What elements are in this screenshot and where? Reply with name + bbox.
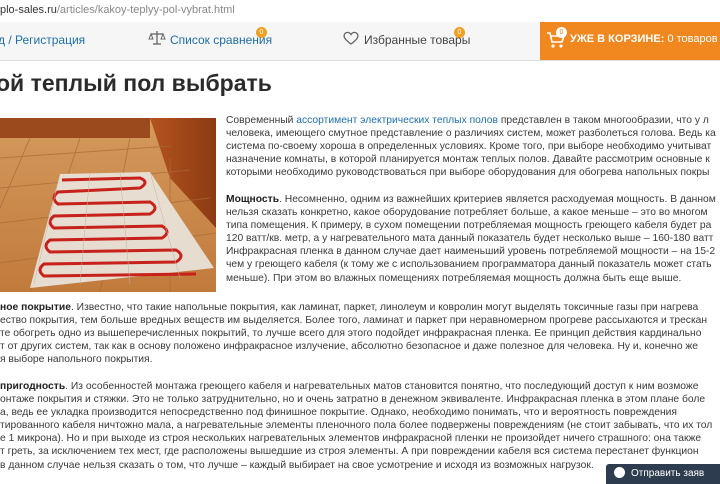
repair-line: а, ведь ее укладка производится непосред… (0, 407, 677, 419)
repair-line: т греть, за исключением тех мест, где ра… (0, 446, 699, 458)
cart-value: 0 товаров на (667, 33, 720, 45)
repair-paragraph: пригодность. Из особенностей монтажа гре… (0, 380, 720, 472)
cover-line: те обогреть одно из вышеперечисленных по… (0, 328, 702, 340)
cover-text: . Известно, что такие напольные покрытия… (70, 302, 699, 313)
intro-line: назначение комнаты, в которой планируетс… (226, 154, 710, 166)
power-heading: Мощность (226, 194, 280, 205)
chat-icon (614, 467, 625, 478)
url-host: plo-sales.ru (0, 4, 57, 16)
favorites-link[interactable]: Избранные товары (364, 33, 470, 47)
intro-text: Современный (226, 115, 297, 126)
intro-paragraph: Современный ассортимент электрических те… (226, 114, 720, 179)
article-image (0, 118, 217, 293)
cart-label: УЖЕ В КОРЗИНЕ: (570, 33, 665, 45)
power-paragraph: Мощность. Несомненно, одним из важнейших… (226, 193, 720, 285)
repair-line: онтаже покрытия и стяжки. Это не только … (0, 394, 706, 406)
repair-line: е 1 микрона). Но и при выходе из строя н… (0, 433, 702, 445)
intro-line: человека, имеющего смутное представление… (226, 128, 716, 140)
power-line: нельзя сказать конкретно, какое оборудов… (226, 207, 708, 219)
compare-list-link[interactable]: Список сравнения (170, 33, 272, 47)
cover-heading: ное покрытие (0, 302, 71, 313)
address-bar[interactable]: plo-sales.ru/articles/kakoy-teplyy-pol-v… (0, 0, 720, 23)
power-line: чем у греющего кабеля (к тому же с испол… (226, 259, 712, 271)
send-request-button[interactable]: Отправить заяв (606, 464, 720, 484)
catalog-link[interactable]: ассортимент электрических теплых полов (296, 115, 498, 126)
power-line: Инфракрасная пленка в данном случае дает… (226, 246, 716, 258)
repair-text: . Из особенностей монтажа греющего кабел… (65, 381, 699, 392)
intro-line: которыми необходимо руководствоваться пр… (226, 167, 710, 179)
scales-icon[interactable] (148, 29, 166, 52)
login-register-link[interactable]: д / Регистрация (0, 33, 85, 47)
power-text: . Несомненно, одним из важнейших критери… (279, 194, 716, 205)
cart-summary: УЖЕ В КОРЗИНЕ: 0 товаров на (570, 33, 720, 45)
page-title: ой теплый пол выбрать (0, 70, 272, 96)
power-line: 120 ватт/кв. метр, а у нагревательного м… (226, 233, 714, 245)
repair-heading: пригодность (0, 381, 66, 392)
power-line: меньше). При этом во влажных помещениях … (226, 272, 682, 284)
cover-paragraph: ное покрытие. Известно, что такие наполь… (0, 301, 720, 366)
send-request-label: Отправить заяв (631, 468, 705, 479)
repair-line: тированного кабеля ничтожно мала, а нагр… (0, 420, 713, 432)
intro-line: система по-своему хороша в определенных … (226, 141, 712, 153)
intro-text: представлен в таком многообразии, что у … (498, 115, 709, 126)
cover-line: ество покрытия, тем больше вредных вещес… (0, 315, 708, 327)
cart-count-badge: 0 (556, 27, 567, 38)
cover-line: т от других систем, так как в основу пол… (0, 341, 699, 353)
cover-line: я выборе напольного покрытия. (0, 354, 153, 366)
cart-button[interactable]: 0 УЖЕ В КОРЗИНЕ: 0 товаров на (540, 22, 720, 60)
url-path: /articles/kakoy-teplyy-pol-vybrat.html (56, 4, 235, 16)
power-line: типа помещения. К примеру, в сухом помещ… (226, 220, 712, 232)
heart-icon[interactable] (342, 29, 360, 52)
